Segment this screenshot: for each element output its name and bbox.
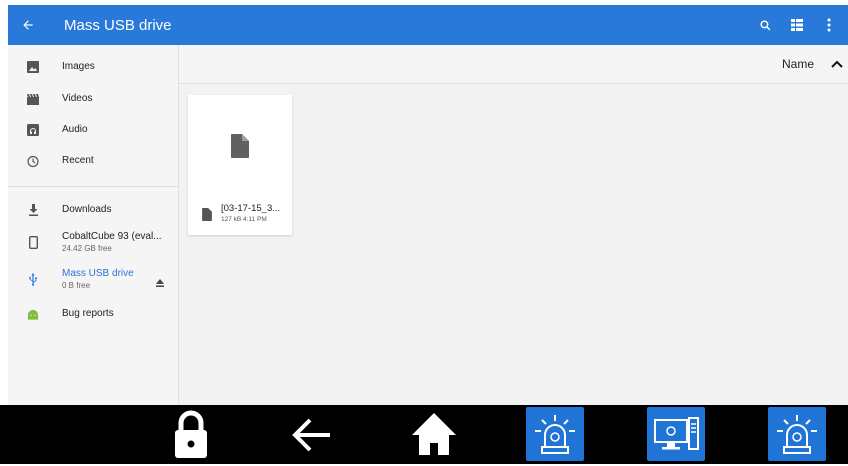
sidebar-item-videos[interactable]: Videos <box>8 85 178 113</box>
lock-icon[interactable] <box>171 408 211 460</box>
sort-by-name-label[interactable]: Name <box>782 57 814 71</box>
navigation-drawer: Images Videos Audio Recent Downloads Cob… <box>8 45 179 405</box>
alarm-beacon-icon[interactable] <box>768 407 826 461</box>
image-icon <box>27 61 39 73</box>
sidebar-item-label: Images <box>62 61 95 72</box>
chevron-up-icon[interactable] <box>830 57 844 71</box>
sidebar-item-cobaltcube[interactable]: CobaltCube 93 (eval... 24.42 GB free <box>8 228 178 256</box>
sidebar-item-label: Mass USB drive <box>62 267 134 279</box>
sort-header: Name <box>179 45 848 84</box>
arrow-left-icon[interactable] <box>290 415 332 455</box>
sidebar-item-bug-reports[interactable]: Bug reports <box>8 300 178 328</box>
file-icon <box>202 208 212 221</box>
eject-icon[interactable] <box>155 275 165 287</box>
android-icon <box>27 308 39 320</box>
sidebar-item-label: Bug reports <box>62 308 114 319</box>
page-title: Mass USB drive <box>64 16 172 34</box>
audio-icon <box>27 124 39 136</box>
sidebar-item-downloads[interactable]: Downloads <box>8 196 178 224</box>
storage-free-text: 0 B free <box>62 280 91 290</box>
sidebar-item-mass-usb[interactable]: Mass USB drive 0 B free <box>8 265 178 293</box>
alarm-beacon-icon[interactable] <box>526 407 584 461</box>
sidebar-item-label: Downloads <box>62 204 112 215</box>
home-icon[interactable] <box>410 411 458 457</box>
arrow-back-icon[interactable] <box>8 5 48 45</box>
file-meta: 127 kB 4:11 PM <box>221 216 267 223</box>
usb-icon <box>27 272 39 286</box>
drawer-divider <box>8 186 178 187</box>
storage-free-text: 24.42 GB free <box>62 243 112 253</box>
movie-icon <box>27 93 39 105</box>
file-icon <box>231 134 249 158</box>
file-card[interactable]: [03-17-15_3... 127 kB 4:11 PM <box>188 95 292 235</box>
download-icon <box>27 204 39 216</box>
sidebar-item-images[interactable]: Images <box>8 53 178 81</box>
bottom-dock <box>0 405 848 464</box>
sidebar-item-label: Videos <box>62 93 93 104</box>
search-icon[interactable] <box>752 12 778 38</box>
file-list-area: Name [03-17-15_3... 127 kB 4:11 PM <box>179 45 848 405</box>
sidebar-item-recent[interactable]: Recent <box>8 147 178 175</box>
sidebar-item-label: Recent <box>62 155 94 166</box>
file-manager-window: Mass USB drive Images Videos Audio Recen… <box>8 0 848 464</box>
app-bar: Mass USB drive <box>8 5 848 45</box>
phone-icon <box>27 235 39 249</box>
sidebar-item-audio[interactable]: Audio <box>8 116 178 144</box>
clock-icon <box>27 155 39 167</box>
sidebar-item-label: CobaltCube 93 (eval... <box>62 230 162 242</box>
view-grid-icon[interactable] <box>784 12 810 38</box>
file-name: [03-17-15_3... <box>221 203 281 214</box>
sidebar-item-label: Audio <box>62 124 88 135</box>
more-vert-icon[interactable] <box>816 12 842 38</box>
computer-monitor-icon[interactable] <box>647 407 705 461</box>
